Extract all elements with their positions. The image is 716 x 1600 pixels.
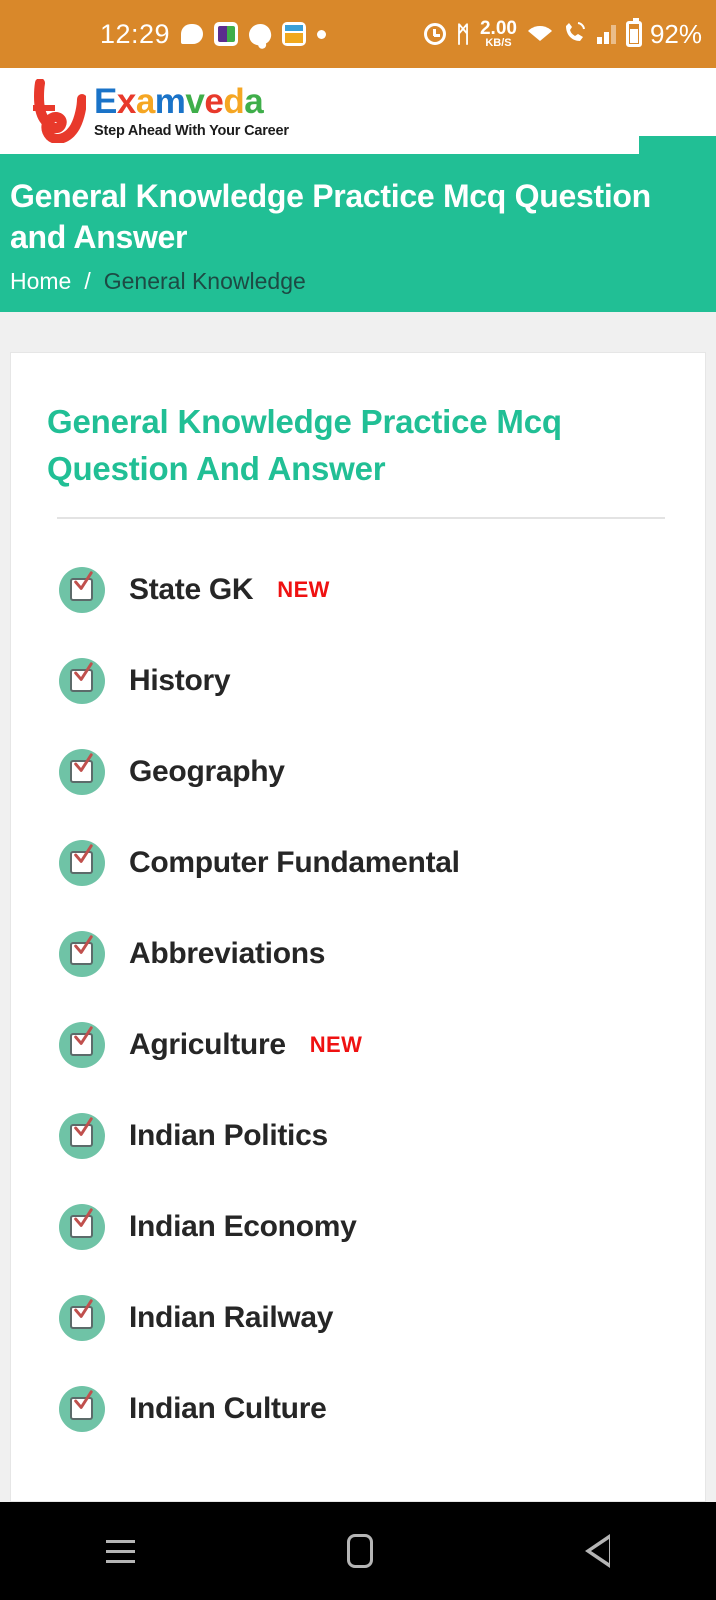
alarm-icon <box>424 23 447 45</box>
list-item[interactable]: Geography <box>47 727 669 818</box>
battery-percent-label: 92% <box>649 18 702 49</box>
breadcrumb-current: General Knowledge <box>103 267 306 294</box>
page-title: General Knowledge Practice Mcq Question … <box>10 178 651 255</box>
logo-letter-1: E <box>94 81 117 121</box>
logo-letter-5: v <box>185 81 205 121</box>
list-item-label: State GK <box>129 573 254 607</box>
list-item[interactable]: History <box>47 636 669 727</box>
logo-letter-8: a <box>244 81 264 121</box>
status-bar: 12:29 ᛗ 2.00 KB/S 92% <box>0 0 716 68</box>
logo-text-block: Examveda Step Ahead With Your Career <box>94 84 289 139</box>
logo-letter-3: a <box>135 81 155 121</box>
home-icon[interactable] <box>347 1534 373 1568</box>
list-item[interactable]: Abbreviations <box>47 909 669 1000</box>
data-speed-icon: 2.00 KB/S <box>480 19 517 49</box>
status-time: 12:29 <box>100 18 171 49</box>
checkbox-checked-icon <box>59 840 105 887</box>
dot-icon <box>317 29 327 39</box>
new-badge: NEW <box>309 1032 363 1058</box>
content-card: General Knowledge Practice Mcq Question … <box>10 352 706 1502</box>
list-item-label: Agriculture <box>129 1028 286 1062</box>
phone-screen: 12:29 ᛗ 2.00 KB/S 92% Examveda Step Ahea… <box>0 0 716 1600</box>
list-item-label: Abbreviations <box>129 937 326 971</box>
list-item-label: Indian Culture <box>129 1392 327 1426</box>
logo-letter-2: x <box>116 81 136 121</box>
list-item-label: Geography <box>129 755 285 789</box>
new-badge: NEW <box>277 577 330 603</box>
signal-bars-icon <box>596 24 616 44</box>
logo-wordmark: Examveda <box>94 84 289 119</box>
checkbox-checked-icon <box>59 1386 105 1433</box>
breadcrumb-home-link[interactable]: Home <box>10 268 71 295</box>
section-heading: General Knowledge Practice Mcq Question … <box>47 403 562 487</box>
checkbox-checked-icon <box>59 1113 105 1160</box>
checkbox-checked-icon <box>59 931 105 978</box>
list-item-label: Indian Economy <box>129 1210 357 1244</box>
bell-icon <box>247 21 274 47</box>
calendar-app-icon <box>282 22 307 46</box>
list-item[interactable]: Indian Culture <box>47 1364 669 1455</box>
book-app-icon <box>214 22 239 46</box>
android-navigation-bar <box>0 1502 716 1600</box>
checkbox-checked-icon <box>59 1295 105 1342</box>
wifi-icon <box>527 22 553 46</box>
bluetooth-icon: ᛗ <box>456 20 470 47</box>
site-logo[interactable]: Examveda Step Ahead With Your Career <box>30 78 289 144</box>
data-speed-unit: KB/S <box>485 37 512 49</box>
list-item[interactable]: Indian Economy <box>47 1182 669 1273</box>
heading-divider <box>57 516 665 519</box>
logo-letter-7: d <box>223 81 245 121</box>
call-forward-icon <box>563 21 587 47</box>
list-item-label: Indian Railway <box>129 1301 334 1335</box>
chat-bubble-icon <box>181 24 204 44</box>
list-item[interactable]: State GK NEW <box>47 545 669 636</box>
topic-list: State GK NEW History Geography Computer Fund… <box>47 545 669 1455</box>
checkbox-checked-icon <box>59 749 105 796</box>
breadcrumb: Home / General Knowledge <box>10 268 694 295</box>
list-item[interactable]: Indian Railway <box>47 1273 669 1364</box>
logo-tagline: Step Ahead With Your Career <box>94 122 289 139</box>
page-hero-banner: General Knowledge Practice Mcq Question … <box>0 154 716 312</box>
status-bar-left-group: 12:29 <box>100 18 327 50</box>
battery-icon <box>625 18 642 47</box>
recents-icon[interactable] <box>106 1539 135 1563</box>
data-speed-value: 2.00 <box>479 18 517 39</box>
logo-letter-6: e <box>204 81 224 121</box>
status-bar-right-group: ᛗ 2.00 KB/S 92% <box>424 18 702 50</box>
checkbox-checked-icon <box>59 658 105 705</box>
site-header-bar: Examveda Step Ahead With Your Career <box>0 68 716 222</box>
list-item-label: Indian Politics <box>129 1119 328 1153</box>
list-item-label: History <box>129 664 231 698</box>
list-item[interactable]: Indian Politics <box>47 1091 669 1182</box>
checkbox-checked-icon <box>59 1204 105 1251</box>
logo-letter-4: m <box>154 81 186 121</box>
checkbox-checked-icon <box>59 1022 105 1069</box>
list-item[interactable]: Agriculture NEW <box>47 1000 669 1091</box>
examveda-mark-icon <box>30 78 87 144</box>
checkbox-checked-icon <box>59 567 105 614</box>
list-item[interactable]: Computer Fundamental <box>47 818 669 909</box>
list-item-label: Computer Fundamental <box>129 846 460 880</box>
breadcrumb-separator: / <box>84 267 91 294</box>
back-icon[interactable] <box>585 1534 610 1568</box>
